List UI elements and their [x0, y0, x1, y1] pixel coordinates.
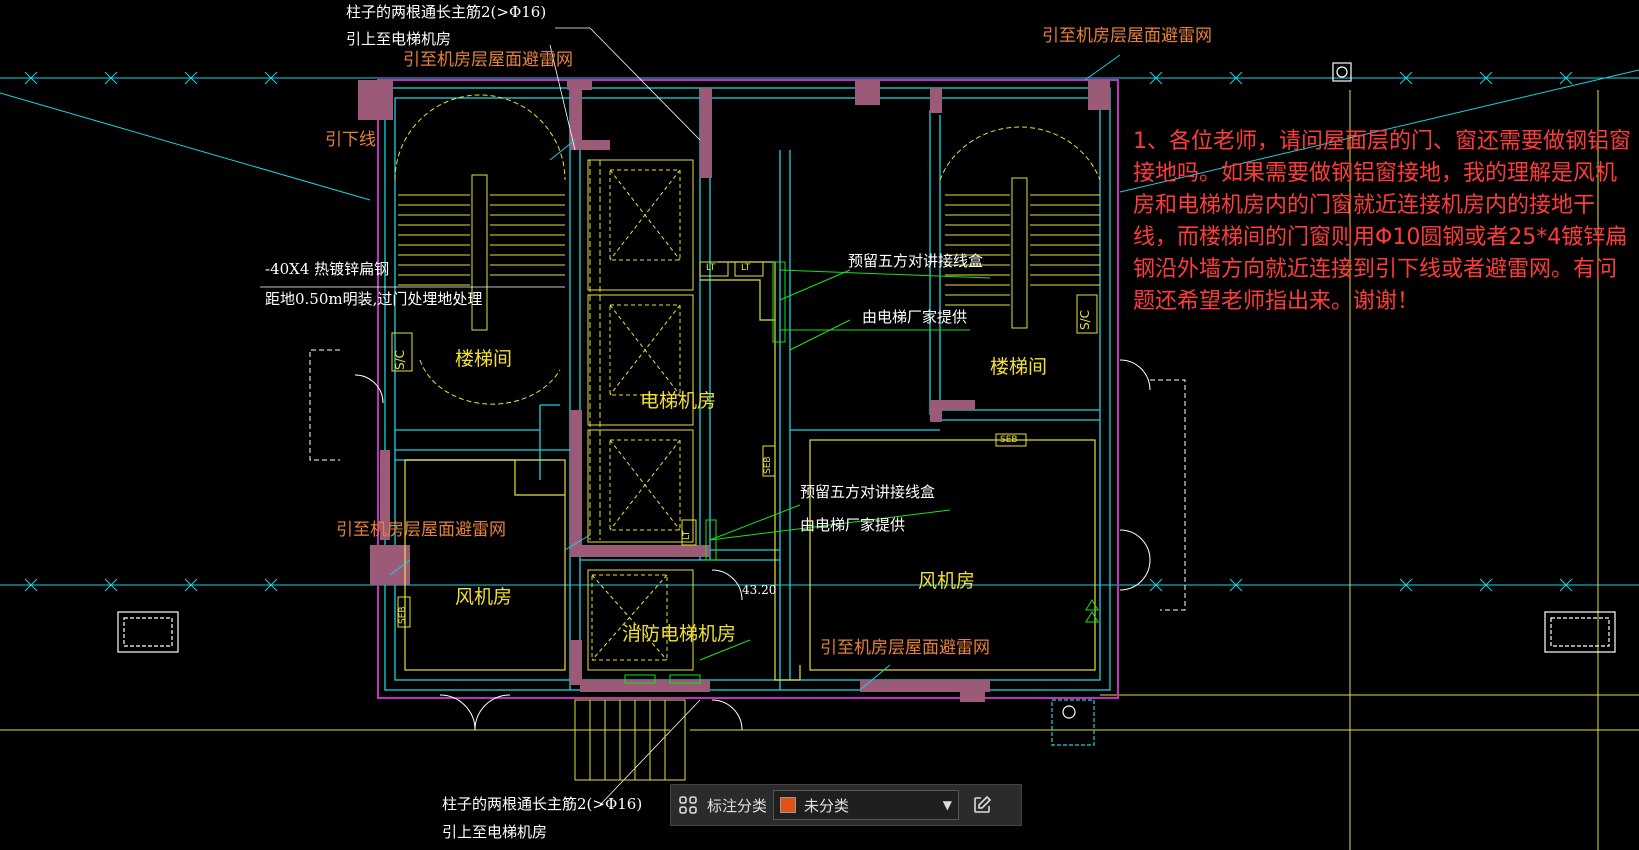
stairs-right — [939, 126, 1101, 329]
supplier-annotation: 由电梯厂家提供 — [862, 308, 968, 326]
lt-tag: LT — [706, 263, 716, 273]
column-annotation-line1: 柱子的两根通长主筋2(>Φ16) — [346, 3, 547, 21]
roof-lightning-net-label: 引至机房层屋面避雷网 — [403, 50, 573, 70]
room-label-stair: 楼梯间 — [990, 356, 1048, 378]
down-conductor-label: 引下线 — [325, 130, 376, 150]
roof-lightning-net-label: 引至机房层屋面避雷网 — [1042, 26, 1212, 46]
sc-tag: S/C — [1078, 309, 1092, 330]
elevator-shafts — [587, 159, 694, 671]
seb-tag: SEB — [398, 606, 408, 624]
edit-icon[interactable] — [965, 785, 999, 825]
wall-concrete — [358, 80, 1110, 702]
grid-icon[interactable] — [671, 785, 705, 825]
column-annotation-line2: 引上至电梯机房 — [442, 823, 548, 841]
question-note: 1、各位老师，请问屋面层的门、窗还需要做钢铝窗接地吗。如果需要做钢铝窗接地，我的… — [1133, 129, 1631, 314]
room-label-elevator-room: 电梯机房 — [640, 390, 717, 412]
tag-boxes — [391, 261, 1098, 628]
category-dropdown[interactable]: 未分类 ▼ — [773, 790, 960, 820]
lt-tag: LT — [682, 530, 692, 540]
annotation-toolbar: 标注分类 未分类 ▼ — [670, 784, 1022, 826]
room-label-fan-room: 风机房 — [455, 586, 513, 608]
intercom-box-annotation: 预留五方对讲接线盒 — [800, 483, 936, 501]
steel-strip-annotation-line2: 距地0.50m明装,过门处埋地处理 — [265, 290, 483, 308]
seb-tag: SEB — [763, 456, 773, 474]
category-color-swatch — [780, 797, 797, 813]
annotation-category-label: 标注分类 — [707, 796, 768, 815]
column-annotation-line1: 柱子的两根通长主筋2(>Φ16) — [442, 795, 643, 813]
elevation-label: 43.20 — [742, 583, 777, 597]
supplier-annotation: 由电梯厂家提供 — [800, 516, 906, 534]
roof-lightning-net-label: 引至机房层屋面避雷网 — [820, 638, 990, 658]
lt-tag: LT — [741, 263, 751, 273]
roof-lightning-net-label: 引至机房层屋面避雷网 — [336, 520, 506, 540]
doors — [309, 349, 1186, 731]
room-label-stair: 楼梯间 — [455, 348, 513, 370]
chevron-down-icon: ▼ — [942, 798, 953, 812]
steel-strip-annotation-line1: -40X4 热镀锌扁钢 — [265, 260, 390, 278]
column-annotation-line2: 引上至电梯机房 — [346, 30, 452, 48]
room-label-fire-elevator-room: 消防电梯机房 — [622, 623, 737, 645]
seb-tag: SEB — [1000, 435, 1018, 445]
intercom-box-annotation: 预留五方对讲接线盒 — [848, 252, 984, 270]
category-selected-value: 未分类 — [804, 796, 850, 815]
interior-boundaries — [404, 261, 1096, 681]
exterior-steps — [574, 699, 686, 781]
sc-tag: S/C — [393, 349, 407, 370]
room-label-fan-room: 风机房 — [918, 570, 976, 592]
